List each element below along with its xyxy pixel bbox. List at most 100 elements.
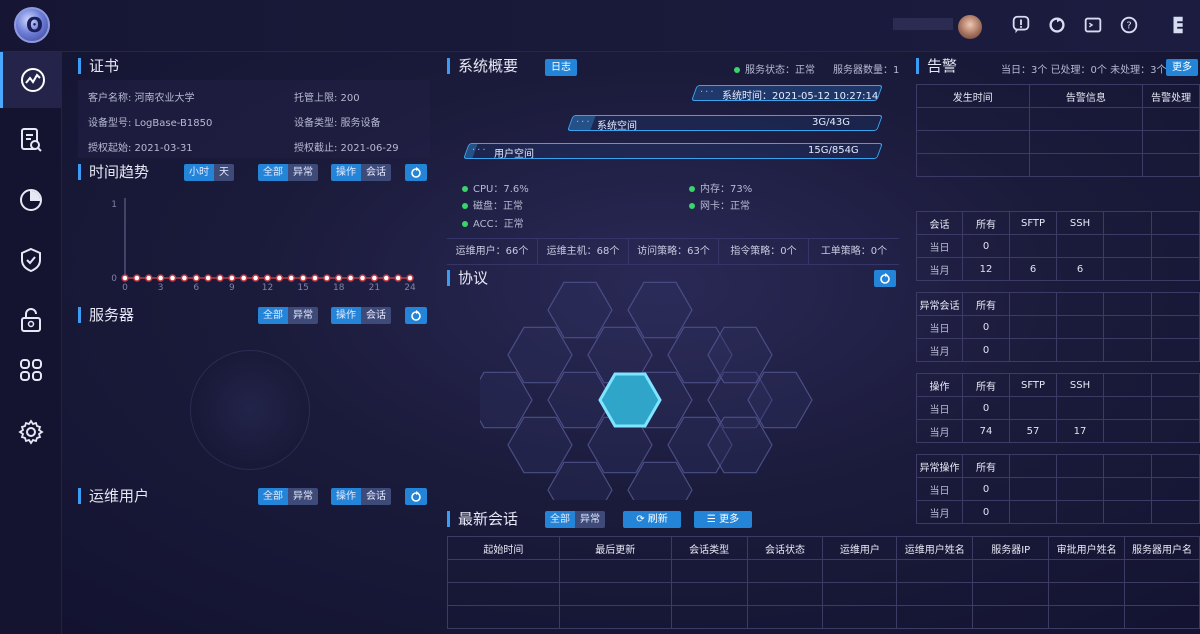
system-space-label: 系统空间 (597, 121, 637, 132)
stat-value: 6 (1009, 257, 1057, 281)
stat-header: 操作 (916, 373, 963, 397)
col-ops-user-name[interactable]: 运维用户姓名 (896, 536, 974, 560)
session-button[interactable]: 会话 (361, 488, 391, 505)
col-last-update[interactable]: 最后更新 (558, 536, 672, 560)
svg-text:?: ? (1126, 21, 1131, 32)
report-pie-icon[interactable] (0, 172, 62, 228)
abnormal-button[interactable]: 异常 (288, 488, 318, 505)
col-start-time[interactable]: 起始时间 (447, 536, 560, 560)
app-logo[interactable]: ʘ (14, 7, 50, 43)
device-model: 设备型号: LogBase-B1850 (88, 118, 213, 129)
stat-value: 57 (1009, 419, 1057, 443)
data-point (204, 274, 212, 282)
operation-button[interactable]: 操作 (331, 164, 361, 181)
row-label: 当日 (916, 234, 963, 258)
row-label: 当月 (916, 257, 963, 281)
stat-header: 所有 (962, 292, 1010, 316)
data-point (168, 274, 177, 282)
table-row[interactable] (916, 153, 1200, 177)
col-server-ip[interactable]: 服务器IP (972, 536, 1050, 560)
table-row[interactable] (447, 582, 1200, 606)
stats-bar: 运维用户：66个 运维主机：68个 访问策略：63个 指令策略：0个 工单策略：… (447, 238, 899, 265)
col-ops-user[interactable]: 运维用户 (822, 536, 898, 560)
ops-users-refresh-button[interactable] (405, 488, 427, 505)
protocol-refresh-button[interactable] (874, 270, 896, 287)
stat-value: 0 (962, 500, 1010, 524)
refresh-icon[interactable] (1046, 14, 1070, 38)
day-button[interactable]: 天 (214, 164, 234, 181)
help-icon[interactable]: ? (1118, 14, 1142, 38)
data-point (145, 274, 153, 282)
license-start: 授权起始: 2021-03-31 (88, 143, 193, 154)
alert-icon[interactable] (1010, 14, 1034, 38)
abnormal-button[interactable]: 异常 (288, 307, 318, 324)
session-button[interactable]: 会话 (361, 164, 391, 181)
abnormal-button[interactable]: 异常 (288, 164, 318, 181)
session-button[interactable]: 会话 (361, 307, 391, 324)
servers-type-toggle: 操作 会话 (331, 307, 391, 324)
settings-gear-icon[interactable] (0, 404, 62, 460)
data-point (133, 274, 141, 282)
col-session-status[interactable]: 会话状态 (746, 536, 824, 560)
stat-value: 0 (962, 338, 1010, 362)
x-tick-label: 9 (229, 283, 235, 293)
stat-value (1056, 234, 1104, 258)
row-label: 当日 (916, 396, 963, 420)
user-avatar[interactable] (958, 15, 982, 39)
alarm-more-button[interactable]: 更多 (1166, 59, 1198, 76)
protocol-honeycomb (480, 281, 813, 500)
unlock-icon[interactable] (0, 292, 62, 348)
col-time[interactable]: 发生时间 (916, 84, 1030, 108)
operation-button[interactable]: 操作 (331, 307, 361, 324)
x-tick-label: 0 (122, 283, 128, 293)
x-tick-label: 21 (369, 283, 380, 293)
sessions-refresh-button[interactable]: ⟳ 刷新 (623, 511, 681, 528)
nic-status: 网卡：正常 (689, 197, 750, 212)
hour-button[interactable]: 小时 (184, 164, 214, 181)
disk-status: 磁盘：正常 (462, 197, 523, 212)
table-row[interactable] (447, 559, 1200, 583)
y-tick-label: 1 (111, 200, 117, 210)
monitor-icon[interactable] (0, 52, 62, 108)
table-row[interactable] (916, 107, 1200, 131)
log-button[interactable]: 日志 (545, 59, 577, 76)
sessions-filter-toggle: 全部 异常 (545, 511, 605, 528)
system-time-dots: ··· (700, 87, 716, 98)
data-point (323, 274, 331, 282)
table-row[interactable] (447, 605, 1200, 629)
col-approver-name[interactable]: 审批用户姓名 (1048, 536, 1126, 560)
security-shield-icon[interactable] (0, 232, 62, 288)
stat-header: SSH (1056, 211, 1104, 235)
operation-button[interactable]: 操作 (331, 488, 361, 505)
servers-refresh-button[interactable] (405, 307, 427, 324)
abnormal-button[interactable]: 异常 (575, 511, 605, 528)
stat-header: 异常会话 (916, 292, 963, 316)
ops-users-filter-toggle: 全部 异常 (258, 488, 318, 505)
all-button[interactable]: 全部 (258, 164, 288, 181)
sessions-more-button[interactable]: ☰ 更多 (694, 511, 752, 528)
stat-header: 所有 (962, 454, 1010, 478)
col-handle[interactable]: 告警处理 (1142, 84, 1200, 108)
stat-value (1009, 396, 1057, 420)
device-type: 设备类型: 服务设备 (294, 118, 381, 129)
col-session-type[interactable]: 会话类型 (670, 536, 748, 560)
data-point (251, 274, 260, 282)
stat-value: 6 (1056, 257, 1104, 281)
all-button[interactable]: 全部 (258, 307, 288, 324)
col-info[interactable]: 告警信息 (1028, 84, 1144, 108)
audit-search-icon[interactable] (0, 112, 62, 168)
all-button[interactable]: 全部 (258, 488, 288, 505)
table-row[interactable] (916, 130, 1200, 154)
x-tick-label: 12 (262, 283, 273, 293)
stat-header: 所有 (962, 211, 1010, 235)
logout-icon[interactable] (1168, 14, 1192, 38)
stat-value: 74 (962, 419, 1010, 443)
data-point (192, 274, 200, 282)
all-button[interactable]: 全部 (545, 511, 575, 528)
apps-icon[interactable] (0, 342, 62, 398)
terminal-icon[interactable] (1082, 14, 1106, 38)
col-server-user[interactable]: 服务器用户名 (1124, 536, 1200, 560)
sessions-title: 最新会话 (447, 511, 518, 527)
trend-refresh-button[interactable] (405, 164, 427, 181)
stat-header: 所有 (962, 373, 1010, 397)
